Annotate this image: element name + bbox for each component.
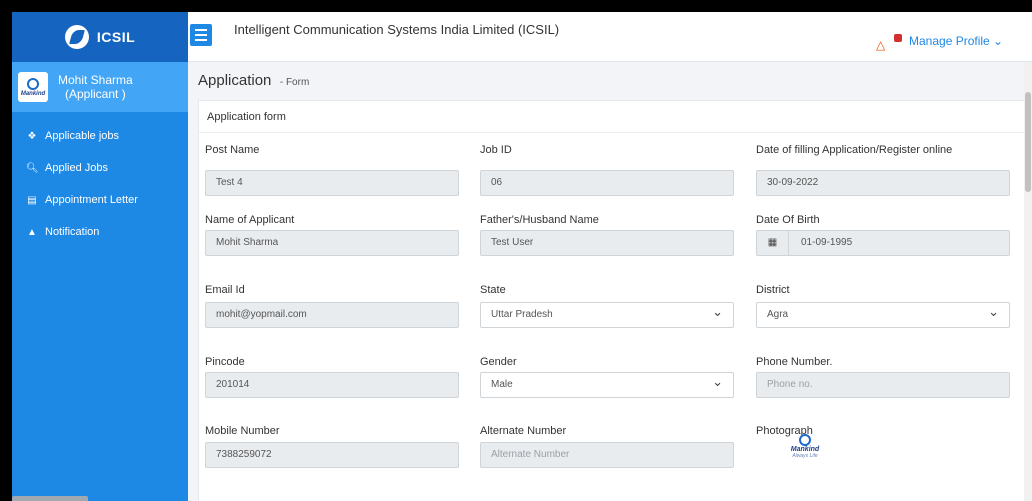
district-value: Agra <box>767 309 789 320</box>
sidebar-item-applicable-jobs[interactable]: ❖ Applicable jobs <box>12 120 188 152</box>
sidebar-item-notification[interactable]: ▲ Notification <box>12 216 188 248</box>
page-title: Application <box>198 72 272 89</box>
district-label: District <box>756 284 790 296</box>
site-title: Intelligent Communication Systems India … <box>234 22 560 37</box>
notification-badge <box>894 34 902 42</box>
father-name-field[interactable]: Test User <box>480 230 734 256</box>
form-header: Application form <box>199 101 1027 133</box>
pincode-label: Pincode <box>205 356 245 368</box>
sidebar-item-label: Applicable jobs <box>45 130 119 142</box>
document-icon: ▤ <box>27 194 37 206</box>
calendar-icon: ▦ <box>757 231 789 255</box>
job-id-label: Job ID <box>480 144 512 156</box>
mobile-label: Mobile Number <box>205 425 280 437</box>
district-select[interactable]: Agra <box>756 300 1010 328</box>
bottom-tab-handle <box>12 496 88 501</box>
mobile-field[interactable]: 7388259072 <box>205 442 459 468</box>
top-bar: Intelligent Communication Systems India … <box>188 12 1032 62</box>
dob-value: 01-09-1995 <box>801 237 853 248</box>
sidebar-nav: ❖ Applicable jobs 🔍︎ Applied Jobs ▤ Appo… <box>12 112 188 248</box>
alternate-field[interactable]: Alternate Number <box>480 442 734 468</box>
mankind-logo-icon <box>799 433 811 446</box>
gender-select[interactable]: Male <box>480 370 734 398</box>
applicant-name-field[interactable]: Mohit Sharma <box>205 230 459 256</box>
alternate-label: Alternate Number <box>480 425 567 437</box>
post-name-label: Post Name <box>205 144 260 156</box>
app-window: ICSIL Mankind Mohit Sharma (Applicant ) … <box>12 12 1032 501</box>
notification-bell-icon[interactable]: △ <box>876 38 885 52</box>
page-scrollbar[interactable] <box>1024 62 1032 501</box>
sidebar-item-label: Applied Jobs <box>45 162 108 174</box>
gender-label: Gender <box>480 356 517 368</box>
email-field[interactable]: mohit@yopmail.com <box>205 302 459 328</box>
icsil-logo-icon <box>64 25 89 49</box>
search-icon: 🔍︎ <box>26 162 39 174</box>
handshake-icon: ❖ <box>27 130 37 142</box>
sidebar-item-label: Notification <box>45 226 100 238</box>
photograph-image[interactable]: Mankind Always Life <box>785 427 825 465</box>
photo-subtext: Always Life <box>792 452 818 459</box>
gender-value: Male <box>491 379 513 390</box>
dob-label: Date Of Birth <box>756 214 820 226</box>
sidebar-item-applied-jobs[interactable]: 🔍︎ Applied Jobs <box>12 152 188 184</box>
post-name-field[interactable]: Test 4 <box>205 170 459 196</box>
page-header: Application - Form <box>198 72 309 90</box>
avatar-logo-icon <box>27 77 39 90</box>
phone-label: Phone Number. <box>756 356 833 368</box>
bell-icon: ▲ <box>27 226 37 238</box>
job-id-field[interactable]: 06 <box>480 170 734 196</box>
state-label: State <box>480 284 506 296</box>
photo-text: Mankind <box>790 445 820 453</box>
brand[interactable]: ICSIL <box>12 12 188 62</box>
father-name-label: Father's/Husband Name <box>480 214 599 226</box>
user-panel: Mankind Mohit Sharma (Applicant ) <box>12 62 188 112</box>
page-subtitle: - Form <box>279 77 310 88</box>
avatar: Mankind <box>18 72 48 102</box>
scrollbar-thumb[interactable] <box>1025 92 1031 192</box>
pincode-field[interactable]: 201014 <box>205 372 459 398</box>
date-filling-label: Date of filling Application/Register onl… <box>756 144 953 156</box>
sidebar: ICSIL Mankind Mohit Sharma (Applicant ) … <box>12 12 188 501</box>
manage-profile-dropdown[interactable]: Manage Profile ⌄ <box>909 34 1003 48</box>
user-role: (Applicant ) <box>65 87 126 101</box>
dob-field[interactable]: ▦ 01-09-1995 <box>756 230 1010 256</box>
avatar-text: Mankind <box>20 90 46 97</box>
user-name: Mohit Sharma <box>58 73 133 87</box>
brand-name: ICSIL <box>96 29 136 45</box>
applicant-name-label: Name of Applicant <box>205 214 295 226</box>
state-value: Uttar Pradesh <box>491 309 553 320</box>
phone-field[interactable]: Phone no. <box>756 372 1010 398</box>
sidebar-item-label: Appointment Letter <box>45 194 138 206</box>
date-filling-field[interactable]: 30-09-2022 <box>756 170 1010 196</box>
application-form-card: Application form <box>198 100 1028 501</box>
menu-toggle-button[interactable] <box>190 24 212 46</box>
email-label: Email Id <box>205 284 245 296</box>
sidebar-item-appointment-letter[interactable]: ▤ Appointment Letter <box>12 184 188 216</box>
state-select[interactable]: Uttar Pradesh <box>480 300 734 328</box>
